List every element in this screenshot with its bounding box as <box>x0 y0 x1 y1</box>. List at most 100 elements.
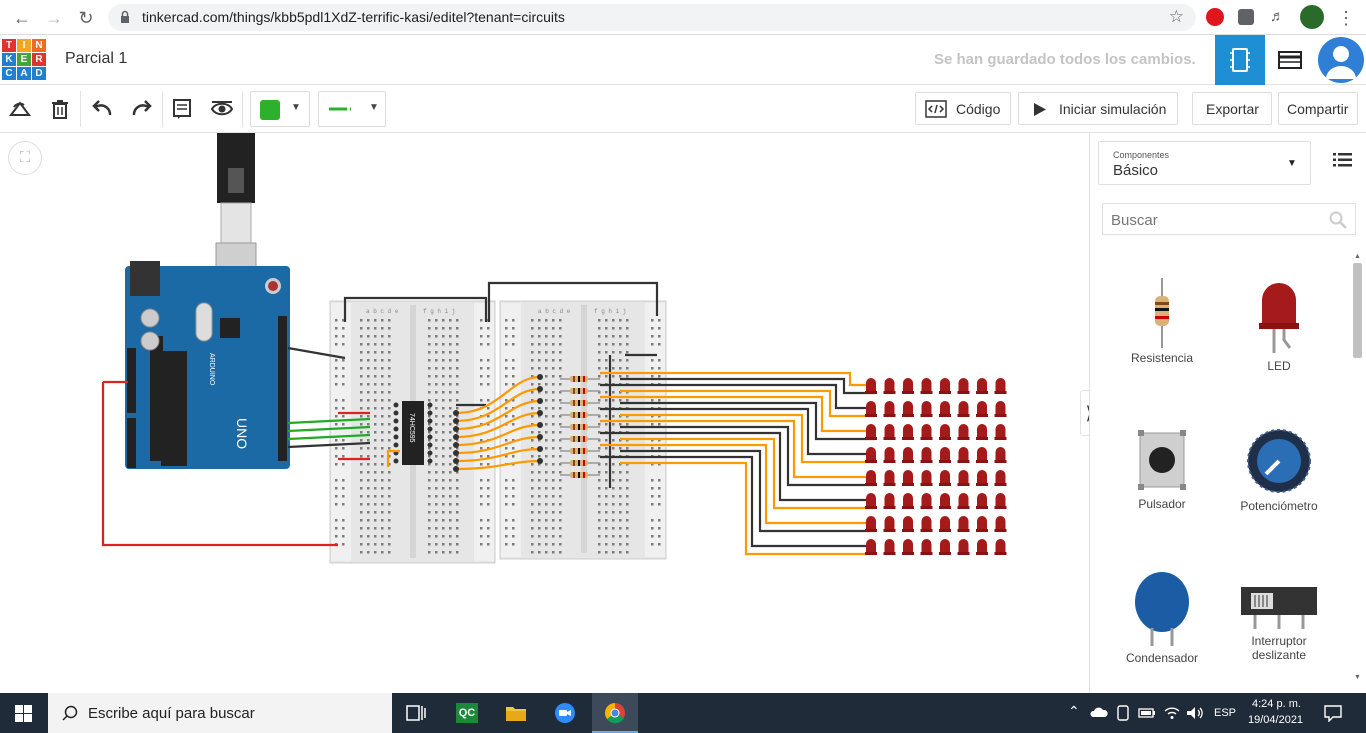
panel-scroll-thumb[interactable] <box>1353 263 1362 358</box>
chip-pin <box>393 410 399 416</box>
reload-icon[interactable]: ↻ <box>74 6 98 30</box>
breadboard-hole <box>487 503 490 506</box>
puzzle-extensions-icon[interactable] <box>1238 9 1254 25</box>
breadboard-hole <box>505 527 508 530</box>
breadboard-hole <box>505 343 508 346</box>
notes-icon[interactable] <box>170 97 194 121</box>
breadboard-hole <box>367 359 370 362</box>
led-matrix[interactable] <box>865 378 1007 555</box>
search-icon[interactable] <box>1329 211 1347 229</box>
trash-icon[interactable] <box>48 97 72 121</box>
clock-date[interactable]: 19/04/2021 <box>1248 714 1303 726</box>
volume-icon[interactable] <box>1186 706 1204 720</box>
address-bar[interactable]: tinkercad.com/things/kbb5pdl1XdZ-terrifi… <box>108 4 1196 31</box>
tinkercad-logo[interactable]: T I N K E R C A D <box>2 39 46 81</box>
fill-color-dropdown[interactable]: ▼ <box>250 91 310 127</box>
breadboard-hole <box>619 375 622 378</box>
show-hidden-icons-icon[interactable]: ⌃ <box>1068 703 1080 720</box>
kebab-menu-icon[interactable]: ⋮ <box>1334 6 1358 30</box>
visibility-eye-icon[interactable] <box>210 97 234 121</box>
arduino-uno-board[interactable]: UNO ARDUINO <box>125 261 290 469</box>
component-potentiometer[interactable]: Potenciómetro <box>1224 426 1334 513</box>
input-language[interactable]: ESP <box>1214 707 1236 719</box>
component-slide-switch[interactable]: Interruptor deslizante <box>1224 581 1334 662</box>
breadboard-hole <box>538 543 541 546</box>
breadboard-hole <box>612 535 615 538</box>
breadboard-hole <box>619 495 622 498</box>
export-button[interactable]: Exportar <box>1192 92 1272 125</box>
wifi-icon[interactable] <box>1164 706 1180 720</box>
breadboard-hole <box>658 527 661 530</box>
rotate-icon[interactable] <box>8 97 32 121</box>
breadboard-hole <box>619 487 622 490</box>
matrix-led-base <box>865 391 877 394</box>
components-dropdown[interactable]: Componentes Básico ▼ <box>1098 141 1311 185</box>
breadboard-hole <box>538 503 541 506</box>
profile-avatar-icon[interactable] <box>1300 5 1324 29</box>
breadboard-hole <box>480 495 483 498</box>
component-search[interactable] <box>1102 203 1356 235</box>
breadboard-hole <box>449 407 452 410</box>
start-simulation-button[interactable]: Iniciar simulación <box>1018 92 1178 125</box>
task-view-icon[interactable] <box>406 704 426 722</box>
list-view-icon[interactable] <box>1332 151 1354 169</box>
bookmark-star-icon[interactable]: ☆ <box>1169 7 1184 27</box>
breadboard-hole <box>435 423 438 426</box>
component-pushbutton[interactable]: Pulsador <box>1107 428 1217 511</box>
breadboard-hole <box>552 359 555 362</box>
redo-icon[interactable] <box>130 97 154 121</box>
notifications-icon[interactable] <box>1324 705 1342 722</box>
user-avatar[interactable] <box>1318 37 1364 83</box>
export-label: Exportar <box>1206 101 1259 117</box>
breadboard-hole <box>658 479 661 482</box>
component-capacitor[interactable]: Condensador <box>1107 570 1217 665</box>
component-list-view-button[interactable] <box>1265 35 1315 85</box>
components-panel: Componentes Básico ▼ Resistencia LED Pul… <box>1089 133 1366 693</box>
zoom-app-icon[interactable] <box>554 702 576 724</box>
matrix-led-base <box>976 391 988 394</box>
breadboard-hole <box>545 351 548 354</box>
quickcode-app-icon[interactable]: QC <box>456 703 478 723</box>
scroll-down-icon[interactable]: ▼ <box>1354 674 1361 681</box>
onedrive-cloud-icon[interactable] <box>1090 706 1108 718</box>
battery-icon[interactable] <box>1138 707 1156 719</box>
share-button[interactable]: Compartir <box>1278 92 1358 125</box>
breadboard-hole <box>505 535 508 538</box>
matrix-led <box>921 470 932 484</box>
resistor-array[interactable] <box>560 376 600 478</box>
search-icon <box>62 705 78 721</box>
matrix-led-base <box>939 391 951 394</box>
clock-time[interactable]: 4:24 p. m. <box>1252 698 1301 710</box>
media-control-icon[interactable]: ♬ <box>1270 8 1288 28</box>
circuit-view-button[interactable] <box>1215 35 1265 85</box>
device-icon[interactable] <box>1116 705 1130 721</box>
opera-extension-icon[interactable] <box>1206 8 1224 26</box>
forward-icon[interactable]: → <box>42 6 66 30</box>
code-button[interactable]: Código <box>915 92 1011 125</box>
breadboard-hole <box>442 367 445 370</box>
component-search-input[interactable] <box>1111 210 1321 230</box>
breadboard-hole <box>374 495 377 498</box>
breadboard-hole <box>612 503 615 506</box>
breadboard-hole <box>605 527 608 530</box>
chrome-taskbar-button[interactable] <box>592 693 638 733</box>
wire-color-dropdown[interactable]: ▼ <box>318 91 386 127</box>
breadboard-hole <box>480 359 483 362</box>
scroll-up-icon[interactable]: ▲ <box>1354 253 1361 260</box>
app-header: T I N K E R C A D Parcial 1 Se han guard… <box>0 35 1366 85</box>
matrix-led <box>903 493 913 507</box>
project-name[interactable]: Parcial 1 <box>65 50 127 68</box>
undo-icon[interactable] <box>90 97 114 121</box>
breadboard-hole <box>381 439 384 442</box>
file-explorer-icon[interactable] <box>505 703 527 723</box>
circuit-canvas[interactable]: ⛶ UNO ARDUINO a b c d e f g h i j a b c … <box>0 133 1089 693</box>
taskbar-search[interactable]: Escribe aquí para buscar <box>48 693 392 733</box>
component-led[interactable]: LED <box>1224 278 1334 373</box>
pushbutton-icon <box>1138 430 1186 490</box>
logo-letter: N <box>32 39 46 52</box>
back-icon[interactable]: ← <box>10 6 34 30</box>
windows-start-icon[interactable] <box>15 705 32 722</box>
component-resistor[interactable]: Resistencia <box>1107 278 1217 365</box>
shift-register-chip[interactable]: 74HC595 <box>402 401 424 465</box>
browser-toolbar: ← → ↻ tinkercad.com/things/kbb5pdl1XdZ-t… <box>0 0 1366 35</box>
